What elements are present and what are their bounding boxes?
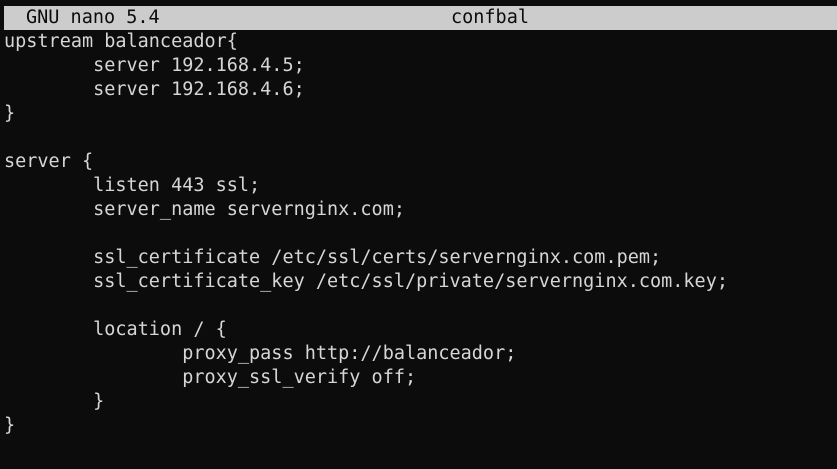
editor-line[interactable]: } (4, 414, 728, 438)
editor-line[interactable]: ssl_certificate /etc/ssl/certs/serverngi… (4, 246, 728, 270)
editor-line[interactable] (4, 126, 728, 150)
editor-line[interactable]: } (4, 102, 728, 126)
nano-title-bar: GNU nano 5.4 confbal (4, 6, 837, 30)
editor-buffer[interactable]: upstream balanceador{ server 192.168.4.5… (4, 30, 728, 438)
editor-line[interactable] (4, 294, 728, 318)
editor-line[interactable]: server 192.168.4.6; (4, 78, 728, 102)
editor-line[interactable]: listen 443 ssl; (4, 174, 728, 198)
editor-line[interactable]: upstream balanceador{ (4, 30, 728, 54)
terminal-window: GNU nano 5.4 confbal upstream balanceado… (0, 0, 837, 469)
filename-label: confbal (451, 7, 529, 28)
editor-line[interactable] (4, 222, 728, 246)
editor-line[interactable]: } (4, 390, 728, 414)
editor-line[interactable]: server { (4, 150, 728, 174)
nano-version-label: GNU nano 5.4 (26, 7, 160, 28)
editor-line[interactable]: proxy_ssl_verify off; (4, 366, 728, 390)
editor-line[interactable]: server 192.168.4.5; (4, 54, 728, 78)
editor-line[interactable]: location / { (4, 318, 728, 342)
editor-line[interactable]: proxy_pass http://balanceador; (4, 342, 728, 366)
editor-line[interactable]: ssl_certificate_key /etc/ssl/private/ser… (4, 270, 728, 294)
editor-line[interactable]: server_name servernginx.com; (4, 198, 728, 222)
